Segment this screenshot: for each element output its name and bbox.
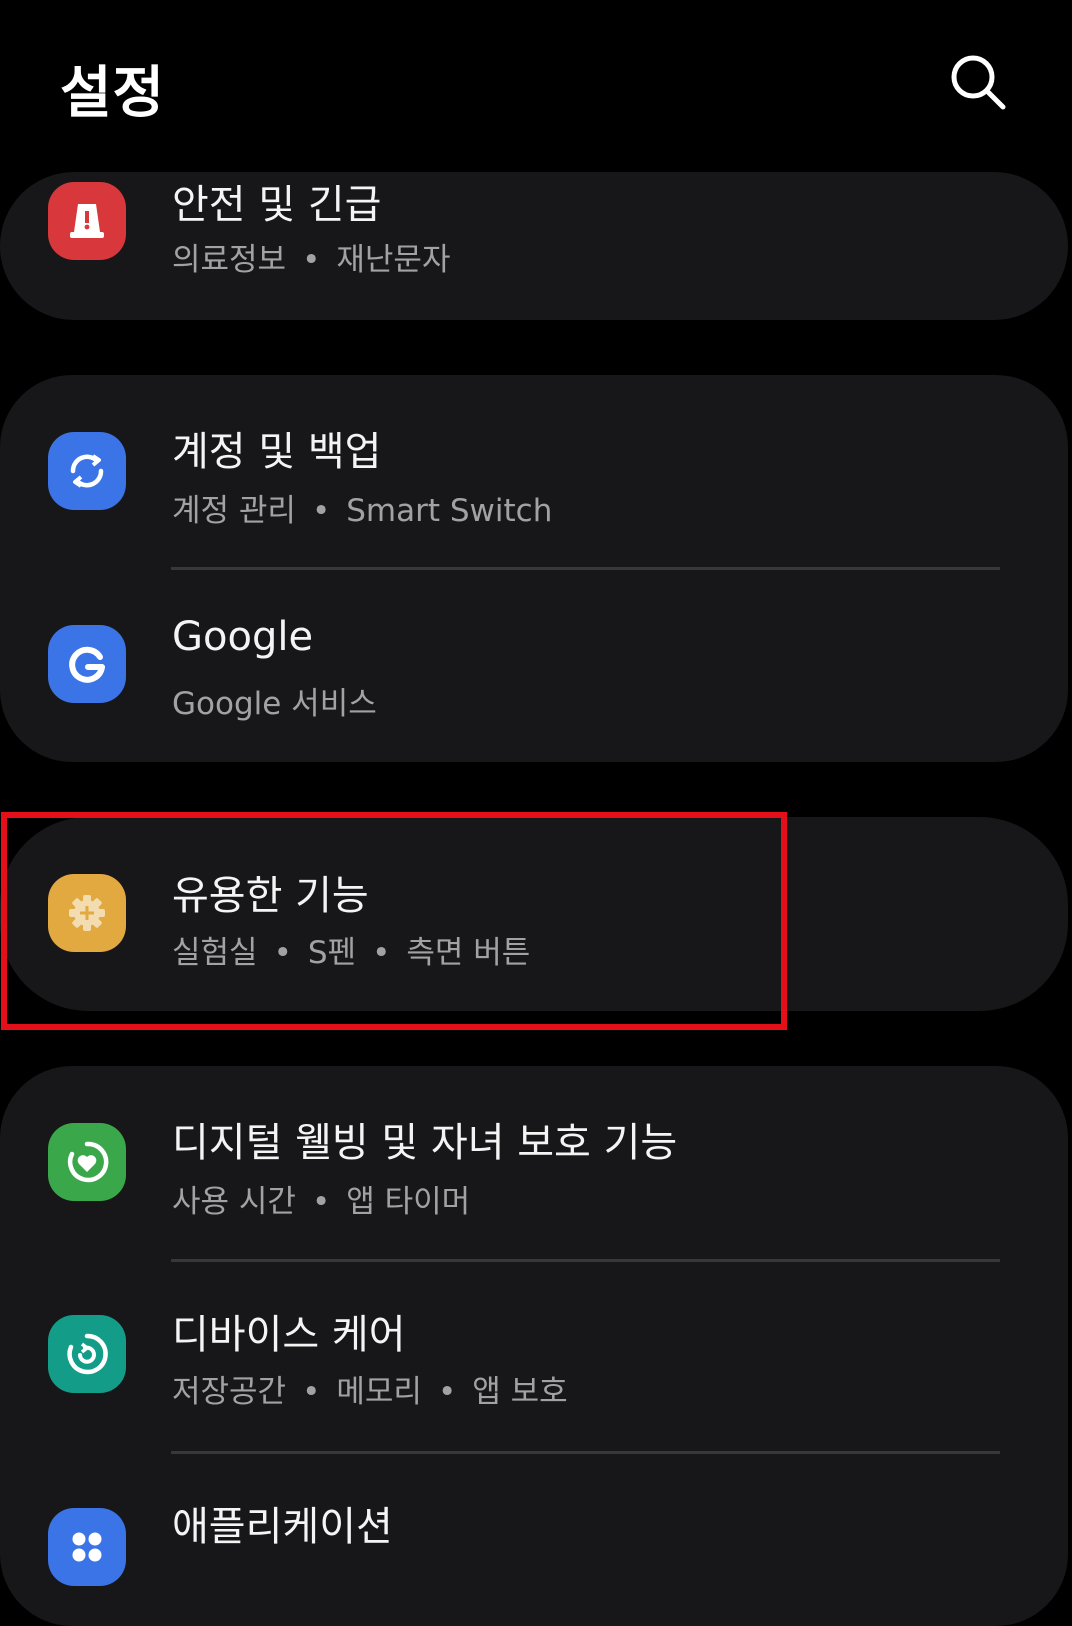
settings-item-apps[interactable]: 애플리케이션 [0, 1454, 1068, 1626]
device-care-subtitle: 저장공간 • 메모리 • 앱 보호 [172, 1366, 568, 1411]
google-subtitle: Google 서비스 [172, 678, 377, 723]
settings-card-wellbeing: 디지털 웰빙 및 자녀 보호 기능 사용 시간 • 앱 타이머 디바이스 케어 저장… [0, 1066, 1068, 1626]
sub-item: 앱 보호 [472, 1374, 568, 1410]
settings-card-accounts: 계정 및 백업 계정 관리 • Smart Switch Google Google… [0, 375, 1068, 762]
google-title: Google [172, 614, 314, 660]
sub-item: 측면 버튼 [406, 935, 531, 971]
separator-dot: • [302, 242, 321, 278]
separator-dot: • [372, 935, 391, 971]
safety-subtitle: 의료정보 • 재난문자 [172, 234, 450, 279]
separator-dot: • [311, 1184, 331, 1220]
sub-item: 저장공간 [172, 1374, 287, 1410]
sub-item: 사용 시간 [172, 1184, 296, 1220]
device-care-title: 디바이스 케어 [172, 1312, 406, 1358]
accounts-title: 계정 및 백업 [172, 429, 382, 475]
advanced-subtitle: 실험실 • S펜 • 측면 버튼 [172, 927, 530, 972]
heart-ring-icon [48, 1123, 126, 1201]
page-title: 설정 [60, 61, 166, 126]
sub-item: Smart Switch [346, 493, 553, 529]
wellbeing-title: 디지털 웰빙 및 자녀 보호 기능 [172, 1120, 678, 1166]
refresh-ring-icon [48, 1315, 126, 1393]
settings-item-accounts[interactable]: 계정 및 백업 계정 관리 • Smart Switch [0, 375, 1068, 568]
settings-card-advanced: 유용한 기능 실험실 • S펜 • 측면 버튼 [0, 817, 1068, 1011]
sub-item: 의료정보 [172, 242, 287, 278]
settings-item-device-care[interactable]: 디바이스 케어 저장공간 • 메모리 • 앱 보호 [0, 1262, 1068, 1452]
search-icon [951, 55, 1006, 110]
separator-dot: • [302, 1374, 321, 1410]
sub-item: 실험실 [172, 935, 258, 971]
search-button[interactable] [946, 50, 1010, 114]
sub-item: 계정 관리 [172, 493, 296, 529]
settings-card-safety: 안전 및 긴급 의료정보 • 재난문자 [0, 172, 1068, 320]
settings-item-safety[interactable]: 안전 및 긴급 의료정보 • 재난문자 [0, 172, 1068, 320]
separator-dot: • [437, 1374, 457, 1410]
sub-item: S펜 [307, 935, 357, 971]
separator-dot: • [311, 493, 331, 529]
sync-icon [48, 432, 126, 510]
sub-item: 재난문자 [336, 242, 451, 278]
safety-title: 안전 및 긴급 [172, 182, 382, 228]
alert-icon [48, 182, 126, 260]
apps-title: 애플리케이션 [172, 1504, 393, 1550]
gear-plus-icon [48, 874, 126, 952]
settings-item-google[interactable]: Google Google 서비스 [0, 570, 1068, 762]
separator-dot: • [273, 935, 292, 971]
sub-item: Google 서비스 [172, 686, 377, 722]
advanced-title: 유용한 기능 [172, 873, 369, 919]
apps-grid-icon [48, 1508, 126, 1586]
sub-item: 메모리 [336, 1374, 422, 1410]
app-header: 설정 [0, 0, 1072, 165]
google-icon [48, 625, 126, 703]
wellbeing-subtitle: 사용 시간 • 앱 타이머 [172, 1176, 470, 1221]
settings-item-advanced-features[interactable]: 유용한 기능 실험실 • S펜 • 측면 버튼 [0, 817, 1068, 1011]
accounts-subtitle: 계정 관리 • Smart Switch [172, 485, 552, 530]
sub-item: 앱 타이머 [346, 1184, 471, 1220]
settings-item-digital-wellbeing[interactable]: 디지털 웰빙 및 자녀 보호 기능 사용 시간 • 앱 타이머 [0, 1066, 1068, 1259]
